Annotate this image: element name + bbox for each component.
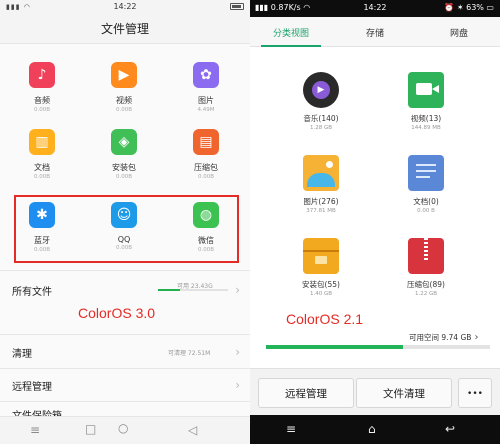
category-audio[interactable]: ♪ 音频 0.00B (12, 62, 72, 113)
navigation-bar: ≡ □ ○ ◁ (0, 416, 250, 444)
divider (0, 368, 250, 369)
battery-icon (230, 3, 244, 10)
category-documents[interactable]: 文档(0) 0.00 B (386, 155, 466, 214)
battery-status: ⏰ ✶ 63% ▭ (444, 3, 494, 12)
category-apk[interactable]: ◈ 安装包 0.00B (94, 129, 154, 180)
status-time: 14:22 (113, 2, 137, 11)
category-pictures[interactable]: 图片(276) 377.81 MB (281, 155, 361, 214)
action-bar: 远程管理 文件清理 ••• (250, 368, 500, 415)
category-images[interactable]: ✿ 图片 4.49M (176, 62, 236, 113)
remote-row[interactable]: 远程管理 › (12, 378, 240, 393)
tab-bar: 分类视图 存储 网盘 (250, 17, 500, 47)
home-icon[interactable]: ○ (118, 421, 128, 435)
category-music[interactable]: ▶ 音乐(140) 1.28 GB (281, 72, 361, 131)
category-archives[interactable]: 压缩包(89) 1.22 GB (386, 238, 466, 297)
remote-manage-button[interactable]: 远程管理 (258, 378, 354, 408)
divider (0, 334, 250, 335)
clean-available: 可清理 72.51M (168, 350, 211, 357)
tab-cloud-disk[interactable]: 网盘 (424, 26, 494, 39)
zip-icon (408, 238, 444, 274)
category-documents[interactable]: ▥ 文档 0.00B (12, 129, 72, 180)
clean-label: 清理 (12, 349, 32, 360)
status-bar: ▮▮▮ 0.87K/s ◠ 14:22 ⏰ ✶ 63% ▭ (250, 0, 500, 17)
back-icon[interactable]: ◁ (188, 423, 197, 437)
music-note-icon: ♪ (29, 62, 55, 88)
chevron-right-icon: › (235, 345, 240, 359)
brand-label: ColorOS 2.1 (286, 311, 364, 327)
chevron-right-icon: › (235, 378, 240, 392)
home-icon[interactable]: ⌂ (368, 422, 376, 436)
recents-icon[interactable]: □ (85, 422, 96, 436)
document-icon (408, 155, 444, 191)
file-clean-button[interactable]: 文件清理 (356, 378, 452, 408)
play-icon: ▶ (111, 62, 137, 88)
video-camera-icon (408, 72, 444, 108)
coloros2-file-manager: ▮▮▮ 0.87K/s ◠ 14:22 ⏰ ✶ 63% ▭ 分类视图 存储 网盘… (250, 0, 500, 444)
bar-chart-icon: ▥ (29, 129, 55, 155)
status-bar: ▮▮▮ ◠ 14:22 (0, 0, 250, 14)
storage-progress-bar (266, 345, 490, 349)
navigation-bar: ≡ ⌂ ↩ (250, 415, 500, 444)
category-video[interactable]: ▶ 视频 0.00B (94, 62, 154, 113)
android-icon: ◈ (111, 129, 137, 155)
more-button[interactable]: ••• (458, 378, 492, 408)
coloros3-file-manager: ▮▮▮ ◠ 14:22 文件管理 ♪ 音频 0.00B ▶ 视频 0.00B ✿… (0, 0, 250, 444)
tab-storage[interactable]: 存储 (340, 26, 410, 39)
music-disc-icon: ▶ (303, 72, 339, 108)
storage-progress-fill (266, 345, 403, 349)
chevron-right-icon: › (235, 283, 240, 297)
available-space[interactable]: 可用空间 9.74 GB › (409, 332, 478, 343)
tab-category-view[interactable]: 分类视图 (256, 26, 326, 39)
tab-indicator (261, 45, 321, 47)
category-packages[interactable]: 安装包(55) 1.40 GB (281, 238, 361, 297)
page-title: 文件管理 (0, 14, 250, 44)
highlight-box (14, 195, 239, 263)
category-archives[interactable]: ▤ 压缩包 0.00B (176, 129, 236, 180)
chevron-right-icon: › (474, 332, 479, 343)
divider (0, 270, 250, 271)
remote-label: 远程管理 (12, 382, 52, 393)
storage-progress-fill (158, 289, 181, 291)
menu-icon[interactable]: ≡ (286, 422, 296, 436)
flower-icon: ✿ (193, 62, 219, 88)
storage-progress-bar (158, 289, 228, 291)
all-files-label: 所有文件 (12, 287, 52, 298)
brand-label: ColorOS 3.0 (78, 305, 156, 321)
archive-icon: ▤ (193, 129, 219, 155)
divider (0, 401, 250, 402)
package-icon (303, 238, 339, 274)
menu-icon[interactable]: ≡ (30, 423, 40, 437)
picture-icon (303, 155, 339, 191)
category-video[interactable]: 视频(13) 144.89 MB (386, 72, 466, 131)
back-icon[interactable]: ↩ (445, 422, 455, 436)
